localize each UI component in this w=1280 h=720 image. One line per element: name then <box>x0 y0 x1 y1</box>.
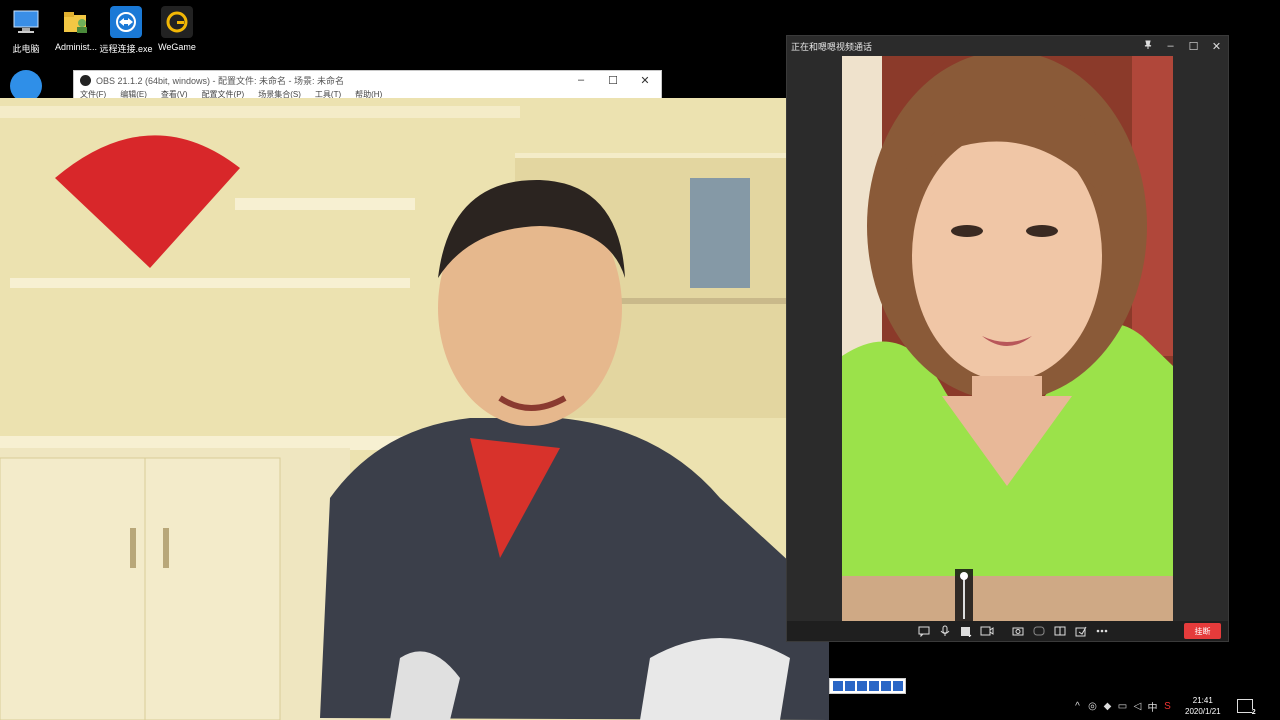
obs-window: OBS 21.1.2 (64bit, windows) - 配置文件: 未命名 … <box>73 70 662 99</box>
desktop-icon-label: WeGame <box>158 42 196 52</box>
volume-track <box>963 575 965 619</box>
webcam-scene-image <box>0 98 829 720</box>
maximize-button[interactable]: ☐ <box>1182 40 1205 53</box>
chat-button[interactable] <box>913 624 934 638</box>
more-icon <box>1096 629 1107 633</box>
ime-keyboard-icon[interactable] <box>845 681 855 691</box>
effects-button[interactable] <box>1028 624 1049 638</box>
close-button[interactable]: ✕ <box>1205 40 1228 53</box>
antivirus-icon[interactable]: ◎ <box>1085 701 1100 712</box>
call-titlebar: 正在和嗯嗯视频通话 – ☐ ✕ <box>787 36 1228 56</box>
user-folder-icon <box>60 6 92 38</box>
clock[interactable]: 21:41 2020/1/21 <box>1185 695 1221 717</box>
chevron-up-icon[interactable]: ^ <box>1070 701 1085 712</box>
webcam-preview <box>0 98 829 720</box>
call-title-text: 正在和嗯嗯视频通话 <box>791 41 873 52</box>
desktop-icon-label: Administ... <box>54 42 97 52</box>
sogou-icon[interactable]: S <box>1160 701 1175 712</box>
ime-toolbar[interactable] <box>829 678 906 694</box>
screenshot-button[interactable] <box>1007 624 1028 638</box>
maximize-button[interactable]: ☐ <box>597 74 629 87</box>
desktop-icon-label: 此电脑 <box>12 44 40 54</box>
whiteboard-icon <box>1075 626 1086 636</box>
app-tray-icon[interactable]: ◆ <box>1100 701 1115 712</box>
remote-video <box>842 56 1173 621</box>
clock-date: 2020/1/21 <box>1185 707 1221 716</box>
ime-indicator[interactable]: 中 <box>1145 699 1160 714</box>
remote-video-image <box>842 56 1173 621</box>
system-tray: ^ ◎ ◆ ▭ ◁ 中 S 21:41 2020/1/21 2 <box>1070 692 1280 720</box>
volume-knob[interactable] <box>960 572 968 580</box>
hangup-button[interactable]: 挂断 <box>1184 623 1221 639</box>
volume-slider[interactable] <box>955 569 973 623</box>
clock-time: 21:41 <box>1192 696 1213 705</box>
video-call-window: 正在和嗯嗯视频通话 – ☐ ✕ 挂断 <box>786 35 1229 642</box>
microphone-button[interactable] <box>934 624 955 638</box>
ime-tools-icon[interactable] <box>881 681 891 691</box>
computer-icon <box>10 6 42 38</box>
pin-button[interactable] <box>1136 40 1159 53</box>
camera-button[interactable] <box>976 624 997 638</box>
call-toolbar <box>787 621 1228 641</box>
obs-logo-icon <box>80 74 91 86</box>
effects-icon <box>1033 626 1044 636</box>
wegame-icon <box>161 6 193 38</box>
ime-skin-icon[interactable] <box>869 681 879 691</box>
ime-punct-icon[interactable] <box>857 681 867 691</box>
desktop-icon-wegame[interactable]: WeGame <box>145 6 209 52</box>
layout-icon <box>1054 626 1065 636</box>
speaker-button[interactable] <box>955 624 976 638</box>
more-button[interactable] <box>1091 624 1112 638</box>
teamviewer-icon <box>110 6 142 38</box>
microphone-icon <box>940 625 949 636</box>
network-icon[interactable]: ▭ <box>1115 701 1130 712</box>
desktop: 此电脑 Administ... 远程连接.exe WeGame OBS 21.1… <box>0 0 1280 720</box>
close-button[interactable]: ✕ <box>629 74 661 87</box>
obs-titlebar: OBS 21.1.2 (64bit, windows) - 配置文件: 未命名 … <box>74 71 661 89</box>
notification-count: 2 <box>1251 709 1256 716</box>
minimize-button[interactable]: – <box>565 74 597 87</box>
screenshot-icon <box>1012 627 1023 636</box>
speaker-icon <box>960 627 971 637</box>
layout-button[interactable] <box>1049 624 1070 638</box>
ime-voice-icon[interactable] <box>833 681 843 691</box>
camera-icon <box>980 626 993 636</box>
whiteboard-button[interactable] <box>1070 624 1091 638</box>
ime-settings-icon[interactable] <box>893 681 903 691</box>
minimize-button[interactable]: – <box>1159 40 1182 53</box>
pin-icon <box>1144 40 1151 49</box>
obs-title-text: OBS 21.1.2 (64bit, windows) - 配置文件: 未命名 … <box>96 75 345 86</box>
chat-icon <box>918 626 929 637</box>
volume-icon[interactable]: ◁ <box>1130 701 1145 712</box>
notification-center-button[interactable]: 2 <box>1236 699 1256 716</box>
